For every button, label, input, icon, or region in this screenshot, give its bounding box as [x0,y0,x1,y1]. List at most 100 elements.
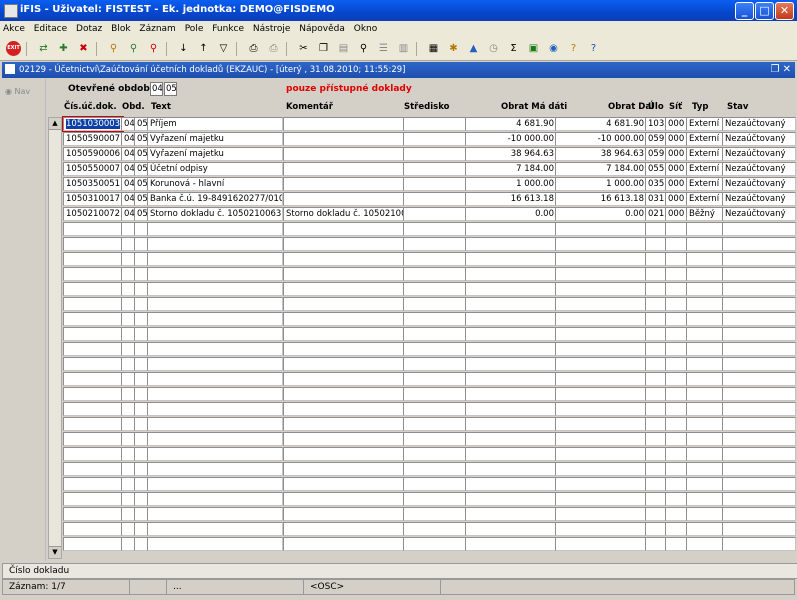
cell-comment[interactable] [283,222,405,236]
cell-task[interactable]: 031 [645,192,667,206]
period-from-field[interactable]: 04 [150,82,163,96]
cell-type[interactable]: Externí [686,147,724,161]
cell-network[interactable]: 000 [665,147,688,161]
list-icon[interactable]: ☰ [376,41,391,56]
cell-text[interactable] [147,327,283,341]
cell-doc-number[interactable] [63,507,123,521]
cell-doc-number[interactable] [63,372,123,386]
cell-cost-center[interactable] [403,447,467,461]
cell-doc-number[interactable] [63,477,123,491]
cell-credit[interactable]: 0.00 [555,207,647,221]
cell-network[interactable] [665,282,688,296]
cell-task[interactable] [645,297,667,311]
cell-debit[interactable]: 38 964.63 [465,147,557,161]
cell-comment[interactable] [283,132,405,146]
cell-type[interactable] [686,462,724,476]
cell-network[interactable] [665,417,688,431]
cell-type[interactable] [686,507,724,521]
copy-icon[interactable]: ❐ [316,41,331,56]
cell-text[interactable] [147,237,283,251]
cell-debit[interactable] [465,372,557,386]
cell-text[interactable] [147,222,283,236]
clock-icon[interactable]: ◷ [486,41,501,56]
cell-type[interactable]: Externí [686,132,724,146]
cell-network[interactable]: 000 [665,162,688,176]
cell-doc-number[interactable]: 1050210072 [63,207,123,221]
menu-nastroje[interactable]: Nástroje [250,21,294,34]
sort-asc-icon[interactable]: ↓ [176,41,191,56]
cell-comment[interactable] [283,312,405,326]
cell-credit[interactable]: 38 964.63 [555,147,647,161]
cell-doc-number[interactable]: 1051030003 [62,116,124,132]
cell-cost-center[interactable] [403,417,467,431]
cell-type[interactable] [686,222,724,236]
cell-comment[interactable] [283,477,405,491]
cell-network[interactable] [665,522,688,536]
menu-blok[interactable]: Blok [108,21,133,34]
cell-doc-number[interactable] [63,267,123,281]
cell-status[interactable] [722,507,796,521]
restore-icon[interactable]: ❐ [770,64,779,75]
cell-type[interactable]: Externí [686,117,724,131]
cell-network[interactable] [665,327,688,341]
cell-network[interactable] [665,537,688,551]
cell-network[interactable] [665,387,688,401]
cell-comment[interactable] [283,537,405,551]
cell-debit[interactable] [465,447,557,461]
cell-text[interactable] [147,522,283,536]
cell-debit[interactable] [465,492,557,506]
cell-credit[interactable] [555,462,647,476]
paste-icon[interactable]: ▤ [336,41,351,56]
cell-status[interactable] [722,357,796,371]
form-icon[interactable]: ▦ [426,41,441,56]
cell-type[interactable] [686,417,724,431]
cell-debit[interactable] [465,432,557,446]
cell-task[interactable] [645,417,667,431]
cell-text[interactable] [147,312,283,326]
cell-task[interactable] [645,432,667,446]
cell-credit[interactable] [555,312,647,326]
menu-akce[interactable]: Akce [0,21,28,34]
cell-text[interactable] [147,447,283,461]
sum-icon[interactable]: Σ [506,41,521,56]
cell-comment[interactable] [283,177,405,191]
cell-task[interactable]: 059 [645,147,667,161]
cell-debit[interactable] [465,342,557,356]
cell-credit[interactable]: 16 613.18 [555,192,647,206]
cell-status[interactable] [722,327,796,341]
save-icon[interactable]: ⇄ [36,41,51,56]
lookup-icon[interactable]: ⚲ [356,41,371,56]
cell-status[interactable] [722,267,796,281]
cell-status[interactable]: Nezaúčtovaný [722,207,796,221]
cell-network[interactable]: 000 [665,207,688,221]
cell-type[interactable] [686,312,724,326]
cell-debit[interactable] [465,312,557,326]
cell-status[interactable] [722,222,796,236]
cell-cost-center[interactable] [403,207,467,221]
cell-cost-center[interactable] [403,402,467,416]
cell-type[interactable]: Externí [686,192,724,206]
cell-doc-number[interactable] [63,522,123,536]
cell-task[interactable] [645,237,667,251]
cell-cost-center[interactable] [403,297,467,311]
cell-type[interactable] [686,372,724,386]
filter-icon[interactable]: ▽ [216,41,231,56]
cell-task[interactable]: 103 [645,117,667,131]
cell-task[interactable] [645,477,667,491]
cell-text[interactable] [147,297,283,311]
cell-network[interactable] [665,477,688,491]
web-icon[interactable]: ◉ [546,41,561,56]
cell-text[interactable] [147,417,283,431]
cell-task[interactable] [645,537,667,551]
cell-credit[interactable] [555,357,647,371]
help-icon[interactable]: ? [566,41,581,56]
cell-comment[interactable] [283,342,405,356]
cell-status[interactable] [722,387,796,401]
cell-task[interactable] [645,267,667,281]
whats-this-icon[interactable]: ? [586,41,601,56]
cell-task[interactable] [645,222,667,236]
cell-task[interactable] [645,312,667,326]
cell-text[interactable] [147,507,283,521]
cell-type[interactable]: Externí [686,162,724,176]
cell-status[interactable] [722,477,796,491]
